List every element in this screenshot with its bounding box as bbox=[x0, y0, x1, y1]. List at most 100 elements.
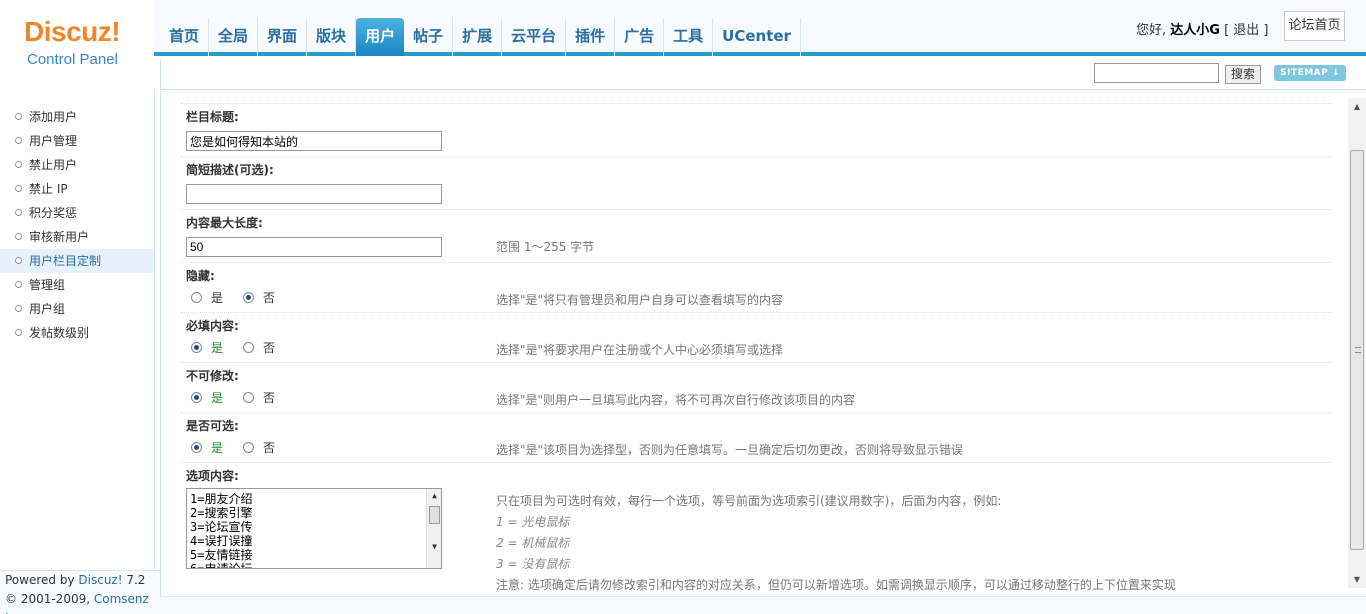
sidebar-item-label: 用户栏目定制 bbox=[29, 254, 102, 268]
sidebar: 添加用户用户管理禁止用户禁止 IP 积分奖惩审核新用户用户栏目定制管理组用户组发帖… bbox=[0, 90, 155, 570]
options-textarea[interactable]: 1=朋友介绍 2=搜索引擎 3=论坛宣传 4=误打误撞 5=友情链接 6=申请论坛 ▲ ▼ bbox=[186, 488, 442, 569]
search-input[interactable] bbox=[1094, 63, 1219, 83]
nav-tab[interactable]: 插件 bbox=[566, 18, 616, 56]
nav-tab[interactable]: 云平台 bbox=[502, 18, 567, 56]
row-divider bbox=[181, 209, 1331, 210]
hidden-tip: 选择"是"将只有管理员和用户自身可以查看填写的内容 bbox=[496, 293, 784, 307]
search-button[interactable]: 搜索 bbox=[1225, 65, 1261, 84]
options-lines: 1=朋友介绍 2=搜索引擎 3=论坛宣传 4=误打误撞 5=友情链接 6=申请论坛 bbox=[190, 492, 441, 568]
nav-tab[interactable]: 首页 bbox=[160, 18, 210, 56]
scroll-down-icon[interactable]: ▼ bbox=[1348, 571, 1366, 588]
maxlen-label: 内容最大长度: bbox=[186, 216, 263, 230]
required-radio-no[interactable] bbox=[243, 342, 255, 353]
scroll-down-icon[interactable]: ▼ bbox=[427, 540, 441, 554]
options-label: 选项内容: bbox=[186, 469, 239, 483]
sidebar-footer: Powered by Discuz! 7.2 © 2001-2009, Coms… bbox=[0, 570, 160, 614]
sidebar-item[interactable]: 用户管理 bbox=[0, 129, 154, 153]
grip-icon bbox=[1355, 347, 1361, 353]
toolbar: 搜索 SITEMAP ↓ bbox=[160, 60, 1366, 90]
row-divider bbox=[181, 462, 1331, 463]
bullet-icon bbox=[15, 281, 22, 288]
nav-tab[interactable]: 全局 bbox=[209, 18, 259, 56]
row-divider bbox=[181, 312, 1331, 313]
logo-brand: Discuz! bbox=[24, 16, 121, 47]
selectable-radio-no[interactable] bbox=[243, 442, 255, 453]
desc-input[interactable] bbox=[186, 184, 442, 204]
sidebar-item[interactable]: 审核新用户 bbox=[0, 225, 154, 249]
sidebar-item-label: 用户管理 bbox=[29, 134, 78, 148]
nav-tab[interactable]: UCenter bbox=[713, 18, 801, 56]
required-tip: 选择"是"将要求用户在注册或个人中心必须填写或选择 bbox=[496, 343, 784, 357]
selectable-radio-no-label: 否 bbox=[263, 441, 276, 455]
hidden-radio-yes[interactable] bbox=[191, 292, 202, 303]
sidebar-item-label: 添加用户 bbox=[29, 110, 78, 124]
scroll-thumb[interactable] bbox=[1350, 150, 1364, 550]
product-link[interactable]: Discuz! bbox=[78, 573, 122, 587]
greeting: 您好, bbox=[1136, 23, 1167, 38]
example-3: 3 = 没有鼠标 bbox=[496, 557, 570, 571]
nav-tab[interactable]: 帖子 bbox=[404, 18, 454, 56]
sidebar-item[interactable]: 用户组 bbox=[0, 297, 154, 321]
forum-home-button[interactable]: 论坛首页 bbox=[1284, 11, 1345, 41]
sidebar-item-label: 审核新用户 bbox=[29, 230, 90, 244]
sitemap-button[interactable]: SITEMAP ↓ bbox=[1274, 65, 1346, 81]
main-nav: 首页 全局 界面 版块 用户 帖子 扩展 云平台 插件 广告 工具 UCenter bbox=[160, 18, 801, 56]
required-radio-yes[interactable] bbox=[191, 342, 202, 353]
sidebar-item[interactable]: 用户栏目定制 bbox=[0, 249, 154, 273]
scroll-up-icon[interactable]: ▲ bbox=[1348, 98, 1366, 115]
bullet-icon bbox=[15, 233, 22, 240]
option-line: 2=搜索引擎 bbox=[190, 506, 253, 520]
copyright: © 2001-2009, Comsenz Inc. bbox=[0, 590, 160, 614]
example-2: 2 = 机械鼠标 bbox=[496, 536, 570, 550]
bullet-icon bbox=[15, 113, 22, 120]
scroll-up-icon[interactable]: ▲ bbox=[427, 489, 441, 503]
readonly-tip: 选择"是"则用户一旦填写此内容，将不可再次自行修改该项目的内容 bbox=[496, 393, 856, 407]
title-input[interactable] bbox=[186, 131, 442, 151]
hidden-radio-group: 是否 bbox=[191, 289, 295, 306]
scroll-thumb[interactable] bbox=[429, 506, 440, 524]
powered-by: Powered by Discuz! 7.2 bbox=[0, 571, 160, 590]
readonly-radio-yes-label: 是 bbox=[211, 391, 224, 405]
readonly-radio-yes[interactable] bbox=[191, 392, 202, 403]
maxlen-input[interactable] bbox=[186, 237, 442, 257]
sidebar-item[interactable]: 添加用户 bbox=[0, 105, 154, 129]
option-line: 3=论坛宣传 bbox=[190, 520, 253, 534]
required-radio-no-label: 否 bbox=[263, 341, 276, 355]
sidebar-item-label: 禁止用户 bbox=[29, 158, 78, 172]
readonly-radio-no[interactable] bbox=[243, 392, 255, 403]
maxlen-tip: 范围 1～255 字节 bbox=[496, 240, 595, 254]
sidebar-item-label: 发帖数级别 bbox=[29, 326, 90, 340]
option-line: 4=误打误撞 bbox=[190, 534, 253, 548]
logo-subtitle: Control Panel bbox=[27, 51, 118, 68]
nav-tab[interactable]: 广告 bbox=[615, 18, 665, 56]
sidebar-item[interactable]: 积分奖惩 bbox=[0, 201, 154, 225]
hidden-radio-no[interactable] bbox=[243, 292, 255, 303]
row-divider bbox=[181, 262, 1331, 263]
nav-tab[interactable]: 扩展 bbox=[453, 18, 503, 56]
selectable-radio-yes[interactable] bbox=[191, 442, 202, 453]
options-tip: 只在项目为可选时有效，每行一个选项，等号前面为选项索引(建议用数字)，后面为内容… bbox=[496, 494, 1002, 508]
sidebar-item[interactable]: 管理组 bbox=[0, 273, 154, 297]
sidebar-item[interactable]: 禁止用户 bbox=[0, 153, 154, 177]
page-scrollbar[interactable]: ▲ ▼ bbox=[1348, 98, 1366, 588]
nav-tab[interactable]: 用户 bbox=[356, 18, 405, 56]
row-divider bbox=[181, 156, 1331, 157]
hidden-label: 隐藏: bbox=[186, 269, 215, 283]
textarea-scrollbar[interactable]: ▲ ▼ bbox=[426, 489, 441, 568]
version: 7.2 bbox=[126, 573, 146, 587]
sidebar-item[interactable]: 发帖数级别 bbox=[0, 321, 154, 345]
sidebar-item-label: 用户组 bbox=[29, 302, 66, 316]
copyright-label: © 2001-2009, bbox=[5, 592, 91, 606]
logo: Discuz! Control Panel bbox=[0, 0, 154, 88]
options-note: 注意: 选项确定后请勿修改索引和内容的对应关系，但仍可以新增选项。如需调换显示顺… bbox=[496, 578, 1176, 592]
nav-tab[interactable]: 工具 bbox=[664, 18, 714, 56]
logout-link[interactable]: [ 退出 ] bbox=[1224, 23, 1268, 38]
option-line: 5=友情链接 bbox=[190, 548, 253, 562]
nav-tab[interactable]: 版块 bbox=[307, 18, 357, 56]
sidebar-item[interactable]: 禁止 IP bbox=[0, 177, 154, 201]
readonly-label: 不可修改: bbox=[186, 369, 239, 383]
example-1: 1 = 光电鼠标 bbox=[496, 515, 570, 529]
selectable-label: 是否可选: bbox=[186, 419, 239, 433]
nav-tab[interactable]: 界面 bbox=[258, 18, 308, 56]
bullet-icon bbox=[15, 209, 22, 216]
